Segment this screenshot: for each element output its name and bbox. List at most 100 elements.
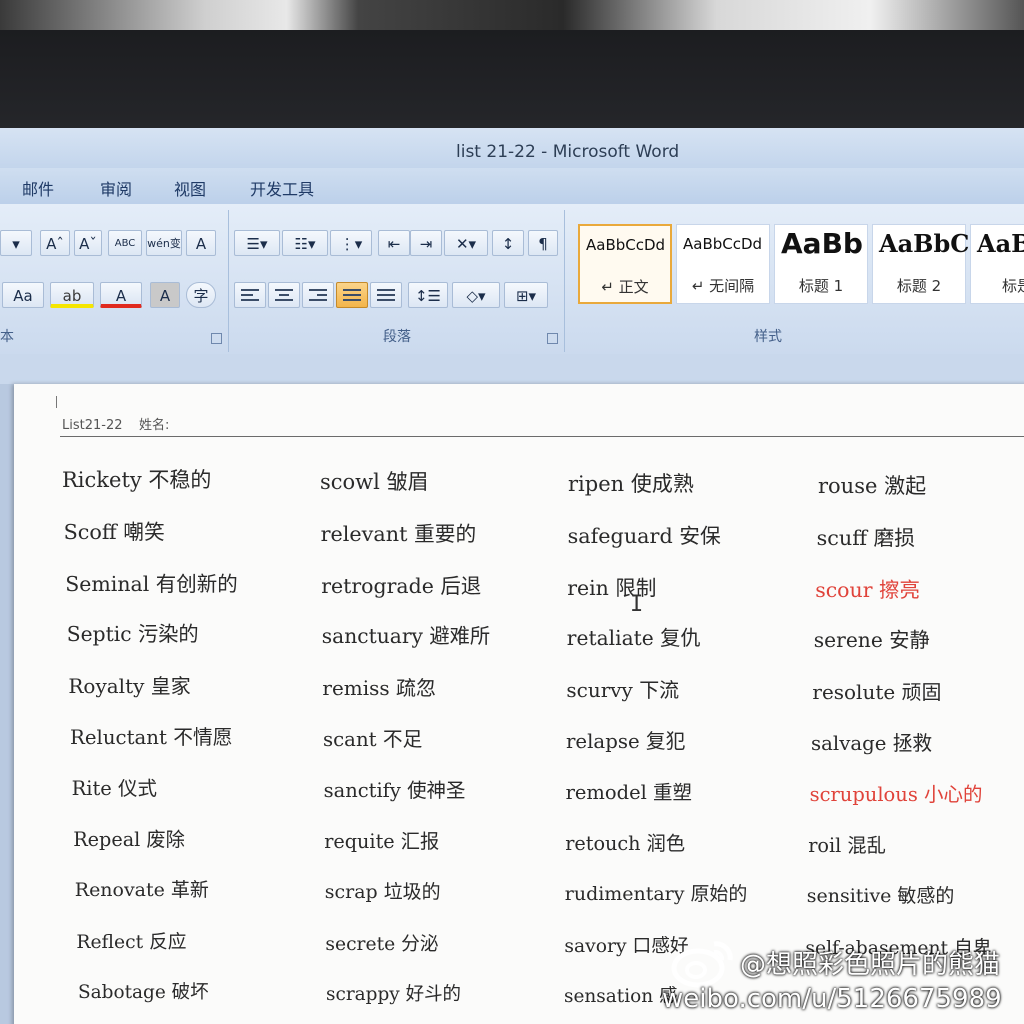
char-shading-button[interactable]: A [150, 282, 180, 308]
highlight-button[interactable]: ab [50, 282, 94, 308]
vocab-word: sensitive 敏感的 [806, 885, 955, 908]
decrease-indent-icon[interactable]: ⇤ [378, 230, 410, 256]
paragraph-group-label: 段落 [383, 329, 411, 345]
vocab-word: remiss 疏忽 [322, 675, 436, 700]
vocab-word: secrete 分泌 [325, 933, 439, 955]
grow-font-button[interactable]: Aˆ [40, 230, 70, 256]
align-left-icon[interactable] [234, 282, 266, 308]
numbering-icon[interactable]: ☷▾ [282, 230, 328, 256]
window-title: list 21-22 - Microsoft Word [456, 142, 680, 162]
vocab-word: Renovate 革新 [74, 879, 209, 902]
vocab-word: scant 不足 [323, 728, 423, 751]
ribbon: ▾ Aˆ Aˇ ABC wén变 A Aa ab A A 字 本 ☰▾ ☷▾ ⋮… [0, 204, 1024, 355]
document-area: List21-22 姓名: Rickety 不稳的 Scoff 嘲笑 Seminal… [0, 354, 1024, 1024]
enclose-char-button[interactable]: 字 [186, 282, 216, 308]
paragraph-group: ☰▾ ☷▾ ⋮▾ ⇤ ⇥ ✕▾ ↕ ¶ ↕☰ ◇▾ ⊞▾ 段落 [230, 210, 565, 352]
vocab-word: resolute 顽固 [812, 679, 942, 704]
increase-indent-icon[interactable]: ⇥ [410, 230, 442, 256]
clear-format-button[interactable]: ABC [108, 230, 142, 256]
background-room [0, 0, 1024, 30]
vocab-word: sanctify 使神圣 [323, 779, 466, 803]
word-window: list 21-22 - Microsoft Word 邮件 审阅 视图 开发工… [0, 128, 1024, 1024]
ribbon-tabs: 邮件 审阅 视图 开发工具 [0, 168, 1024, 204]
style-heading-2[interactable]: AaBbC 标题 2 [872, 224, 969, 304]
vocab-word: relevant 重要的 [320, 522, 477, 547]
vocab-word: requite 汇报 [324, 829, 440, 853]
borders-icon[interactable]: ⊞▾ [504, 282, 548, 308]
shading-icon[interactable]: ◇▾ [452, 282, 500, 308]
bullets-icon[interactable]: ☰▾ [234, 230, 280, 256]
style-title[interactable]: AaB 标是 [970, 224, 1024, 304]
vocab-word: remodel 重塑 [565, 781, 692, 805]
char-border-button[interactable]: A [186, 230, 216, 256]
vocab-word: Sabotage 破坏 [78, 982, 209, 1003]
vocab-word: scrap 垃圾的 [324, 881, 441, 904]
tab-view[interactable]: 视图 [174, 176, 206, 200]
vocab-word: sanctuary 避难所 [321, 624, 491, 649]
vocab-word: Seminal 有创新的 [65, 571, 238, 596]
ruler [0, 354, 1024, 384]
font-size-dropdown[interactable]: ▾ [0, 230, 32, 256]
phonetic-guide-button[interactable]: wén变 [146, 230, 182, 256]
vocab-word: Repeal 废除 [73, 827, 185, 851]
vocab-word: Scoff 嘲笑 [63, 520, 165, 545]
tab-mailings[interactable]: 邮件 [22, 176, 54, 200]
font-dialog-launcher-icon[interactable] [211, 333, 222, 344]
sort-icon[interactable]: ↕ [492, 230, 524, 256]
vocab-word: scowl 皱眉 [320, 470, 429, 494]
document-page[interactable]: List21-22 姓名: Rickety 不稳的 Scoff 嘲笑 Seminal… [14, 384, 1024, 1024]
weibo-watermark: @想照彩色照片的熊猫 weibo.com/u/5126675989 [662, 932, 1020, 1022]
vocab-word: Reluctant 不情愿 [70, 726, 233, 749]
show-marks-icon[interactable]: ¶ [528, 230, 558, 256]
vocab-word: Reflect 反应 [76, 931, 187, 953]
vocab-word: safeguard 安保 [567, 524, 721, 549]
text-cursor-icon: I [630, 592, 644, 617]
page-header: List21-22 姓名: [62, 418, 170, 433]
shrink-font-button[interactable]: Aˇ [74, 230, 102, 256]
header-divider [60, 436, 1024, 437]
vocab-word: sensation 感 [564, 986, 678, 1007]
vocab-word: relapse 复犯 [566, 730, 686, 753]
vocab-word: Rite 仪式 [71, 777, 157, 801]
vocab-word: retaliate 复仇 [566, 626, 701, 651]
vocab-word: Rickety 不稳的 [62, 468, 212, 492]
weibo-logo-icon [671, 941, 733, 988]
font-group-label: 本 [0, 329, 14, 345]
header-cursor [56, 396, 57, 408]
chinese-layout-icon[interactable]: ✕▾ [444, 230, 488, 256]
font-group: ▾ Aˆ Aˇ ABC wén变 A Aa ab A A 字 本 [0, 210, 229, 352]
vocab-word: serene 安静 [813, 628, 930, 653]
vocab-word: retrograde 后退 [321, 573, 482, 598]
style-normal[interactable]: AaBbCcDd ↵ 正文 [578, 224, 672, 304]
vocab-word: scuff 磨损 [816, 526, 915, 551]
watermark-url: weibo.com/u/5126675989 [662, 984, 1002, 1014]
vocab-word: scrappy 好斗的 [326, 984, 462, 1005]
vocab-word: salvage 拯救 [811, 732, 933, 755]
font-color-button[interactable]: A [100, 282, 142, 308]
vocab-word: scrupulous 小心的 [809, 783, 983, 807]
vocab-word: Septic 污染的 [66, 622, 199, 647]
vocab-word: roil 混乱 [808, 833, 886, 857]
title-bar: list 21-22 - Microsoft Word [0, 128, 1024, 168]
style-no-spacing[interactable]: AaBbCcDd ↵ 无间隔 [676, 224, 770, 304]
styles-group: AaBbCcDd ↵ 正文 AaBbCcDd ↵ 无间隔 AaBb 标题 1 A… [568, 210, 1024, 352]
vocab-word: scurvy 下流 [566, 677, 680, 702]
vocab-word: ripen 使成熟 [568, 472, 694, 496]
vocab-word: scour 擦亮 [815, 577, 920, 602]
line-spacing-icon[interactable]: ↕☰ [408, 282, 448, 308]
align-right-icon[interactable] [302, 282, 334, 308]
paragraph-dialog-launcher-icon[interactable] [547, 333, 558, 344]
change-case-button[interactable]: Aa [2, 282, 44, 308]
tab-developer[interactable]: 开发工具 [250, 176, 314, 200]
style-heading-1[interactable]: AaBb 标题 1 [774, 224, 868, 304]
vocab-word: rouse 激起 [818, 474, 927, 498]
distribute-icon[interactable] [370, 282, 402, 308]
multilevel-list-icon[interactable]: ⋮▾ [330, 230, 372, 256]
vocab-word: rudimentary 原始的 [564, 883, 748, 906]
styles-group-label: 样式 [754, 329, 782, 345]
monitor-bezel [0, 30, 1024, 130]
tab-review[interactable]: 审阅 [100, 176, 132, 200]
align-center-icon[interactable] [268, 282, 300, 308]
vocab-word: retouch 润色 [565, 831, 686, 855]
justify-icon[interactable] [336, 282, 368, 308]
